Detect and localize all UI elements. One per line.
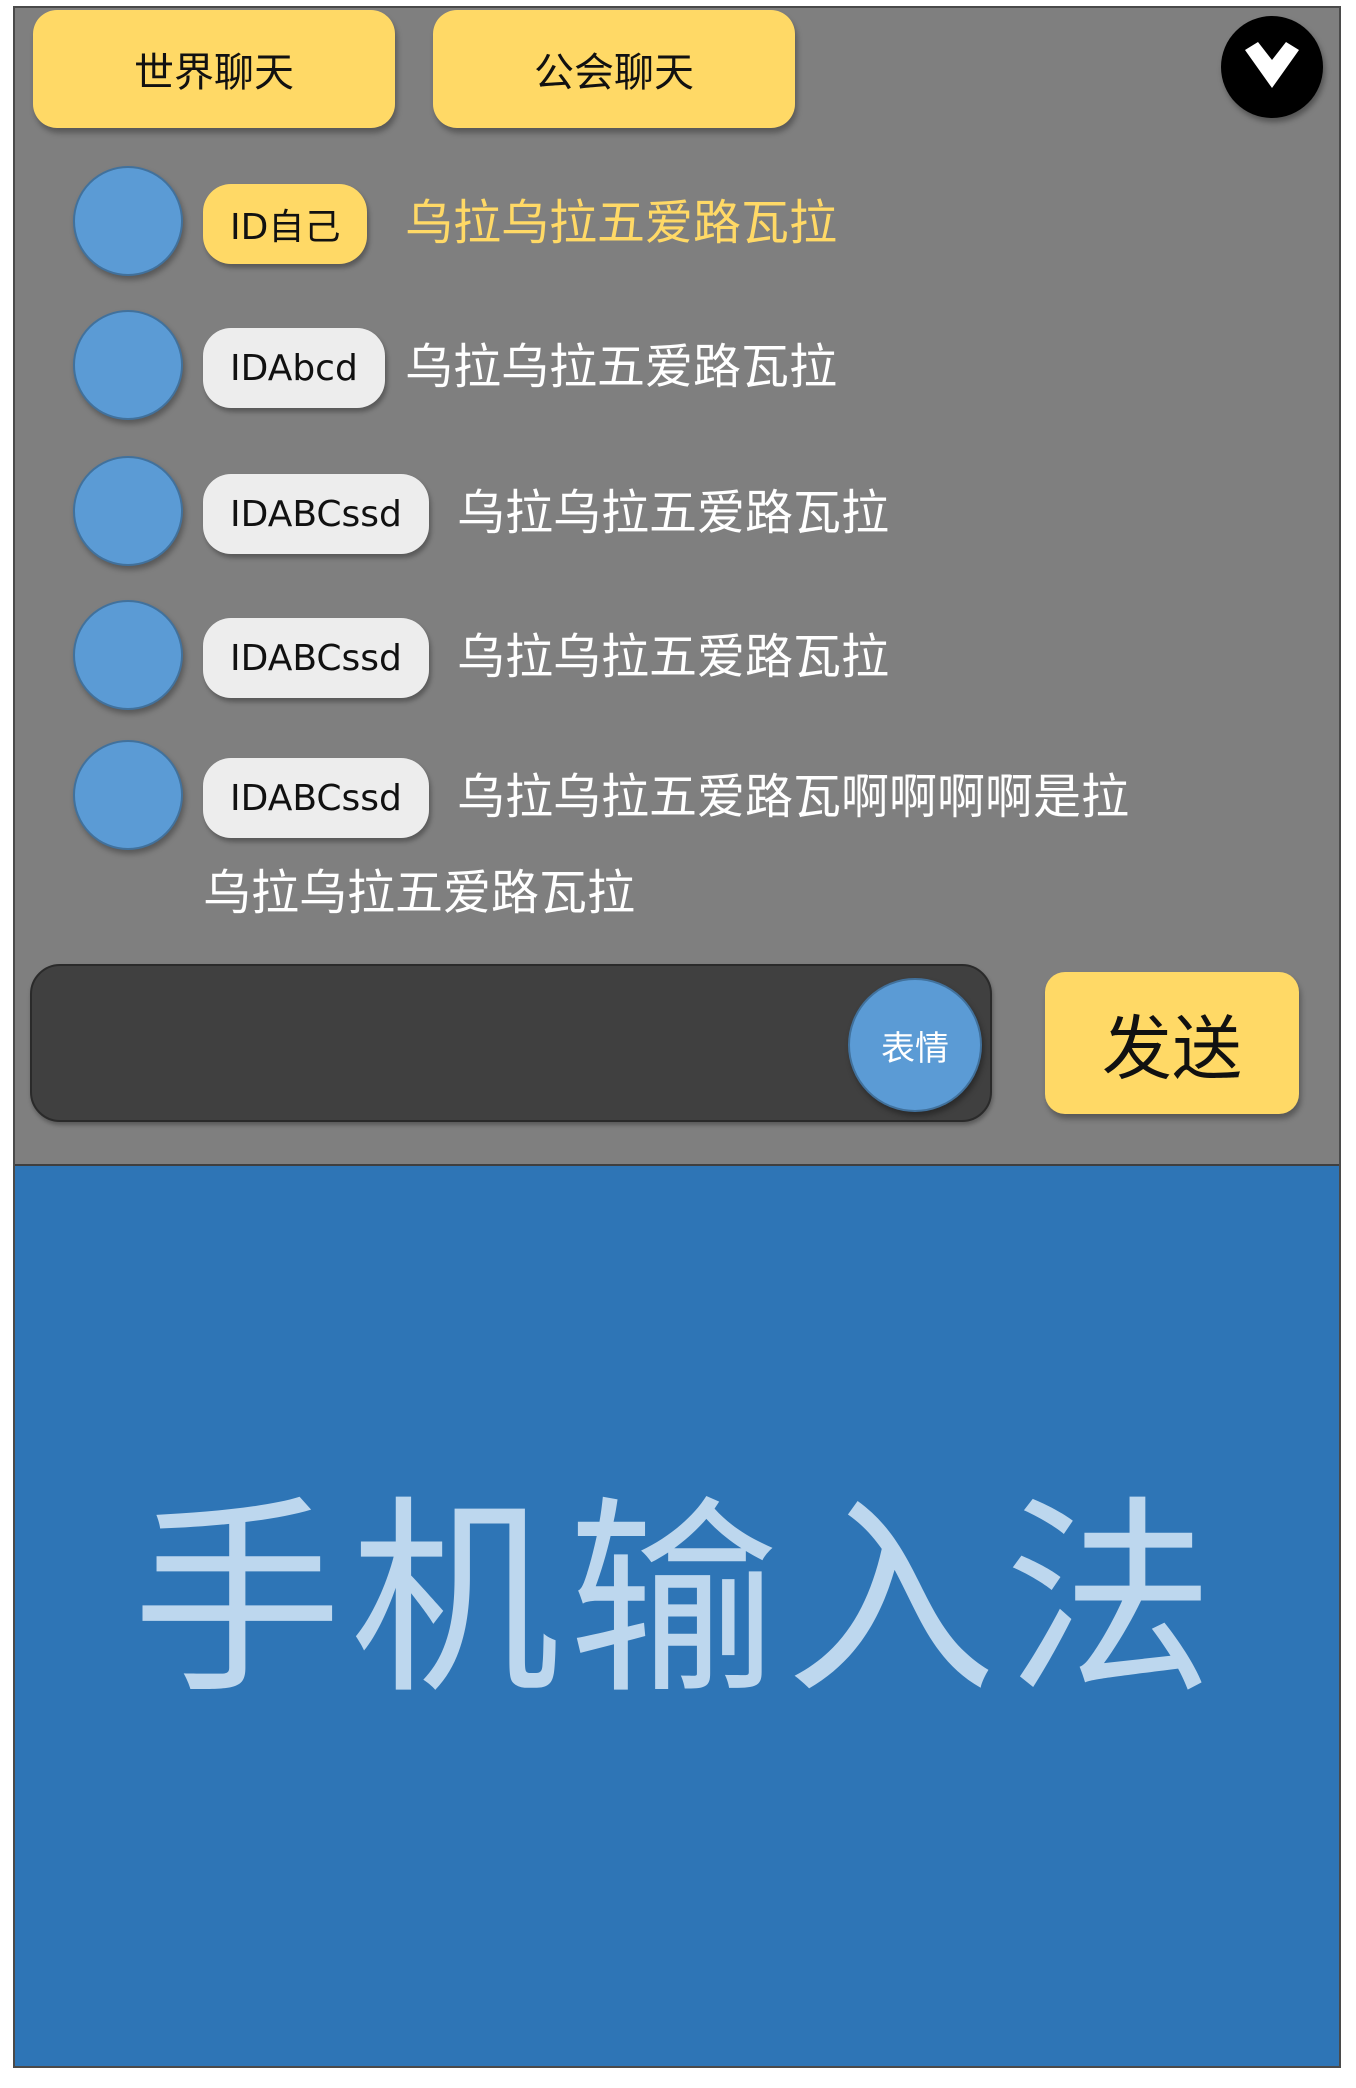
sender-id-badge[interactable]: IDABCssd bbox=[203, 618, 429, 698]
collapse-chat-button[interactable] bbox=[1221, 16, 1323, 118]
message-text: 乌拉乌拉五爱路瓦拉 bbox=[457, 485, 890, 541]
sender-id-badge[interactable]: ID自己 bbox=[203, 184, 368, 264]
app-frame: 世界聊天 公会聊天 ID自己 乌拉乌拉五爱路瓦拉 IDAbcd 乌拉乌拉五爱路瓦… bbox=[13, 6, 1341, 2068]
keyboard-label: 手机输入法 bbox=[131, 1478, 1222, 1723]
tab-guild-chat[interactable]: 公会聊天 bbox=[433, 10, 795, 128]
message-text: 乌拉乌拉五爱路瓦拉 bbox=[405, 195, 838, 251]
sender-id-badge[interactable]: IDABCssd bbox=[203, 474, 429, 554]
send-button[interactable]: 发送 bbox=[1045, 972, 1299, 1114]
tab-world-chat[interactable]: 世界聊天 bbox=[33, 10, 395, 128]
chat-message: IDABCssd 乌拉乌拉五爱路瓦啊啊啊啊是拉 乌拉乌拉五爱路瓦拉 bbox=[15, 740, 1339, 940]
message-text: 乌拉乌拉五爱路瓦拉 bbox=[457, 629, 890, 685]
avatar[interactable] bbox=[73, 310, 183, 420]
avatar[interactable] bbox=[73, 740, 183, 850]
keyboard-area[interactable]: 手机输入法 bbox=[15, 1166, 1339, 2066]
emoji-button[interactable]: 表情 bbox=[848, 978, 982, 1112]
sender-id-badge[interactable]: IDAbcd bbox=[203, 328, 385, 408]
avatar[interactable] bbox=[73, 456, 183, 566]
avatar[interactable] bbox=[73, 166, 183, 276]
sender-id-badge[interactable]: IDABCssd bbox=[203, 758, 429, 838]
message-text: 乌拉乌拉五爱路瓦拉 bbox=[405, 339, 838, 395]
avatar[interactable] bbox=[73, 600, 183, 710]
chat-message: IDAbcd 乌拉乌拉五爱路瓦拉 bbox=[15, 310, 1339, 426]
chat-message: IDABCssd 乌拉乌拉五爱路瓦拉 bbox=[15, 456, 1339, 572]
chat-message: ID自己 乌拉乌拉五爱路瓦拉 bbox=[15, 166, 1339, 282]
message-input-box: 表情 bbox=[30, 964, 992, 1122]
chat-panel: 世界聊天 公会聊天 ID自己 乌拉乌拉五爱路瓦拉 IDAbcd 乌拉乌拉五爱路瓦… bbox=[15, 8, 1339, 1166]
message-input[interactable] bbox=[62, 986, 846, 1104]
chevron-down-icon bbox=[1245, 42, 1299, 88]
message-text-continuation: 乌拉乌拉五爱路瓦拉 bbox=[203, 865, 636, 921]
message-text: 乌拉乌拉五爱路瓦啊啊啊啊是拉 bbox=[457, 769, 1130, 825]
chat-message: IDABCssd 乌拉乌拉五爱路瓦拉 bbox=[15, 600, 1339, 716]
